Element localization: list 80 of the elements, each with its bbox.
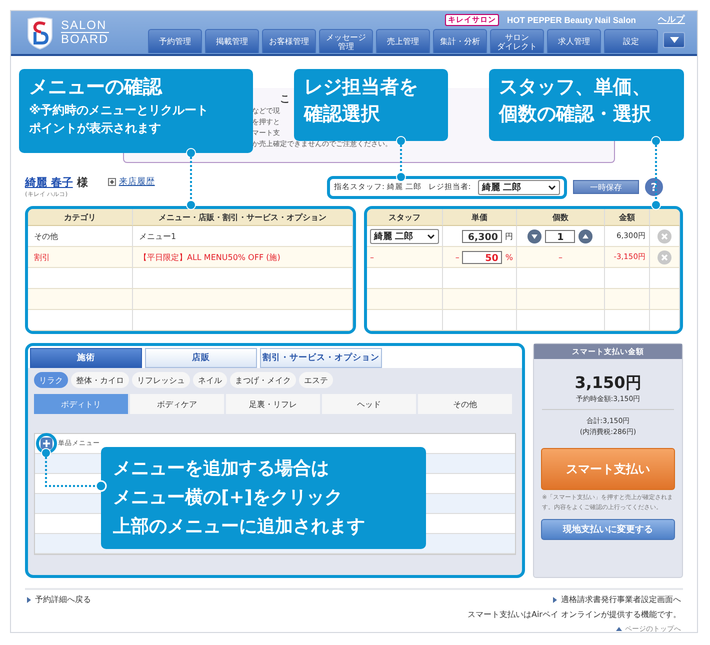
nav-tab[interactable]: 予約管理 bbox=[148, 29, 202, 53]
nav-tab[interactable]: 求人管理 bbox=[547, 29, 601, 53]
chevron-down-icon bbox=[426, 234, 435, 238]
table-cell: メニュー1 bbox=[133, 226, 353, 247]
callout-note: ポイントが表示されます bbox=[29, 120, 162, 137]
customer-name-link[interactable]: 綺麗 春子 bbox=[25, 175, 73, 190]
dash-text: – bbox=[455, 252, 460, 262]
subcategory-tab[interactable]: その他 bbox=[418, 394, 512, 414]
increment-button[interactable] bbox=[578, 228, 594, 244]
callout-note: ※予約時のメニューとリクルート bbox=[29, 102, 210, 119]
callout-title: スタッフ、単価、 bbox=[499, 75, 652, 100]
price-input[interactable]: 6,300 bbox=[462, 230, 502, 242]
table-cell: その他 bbox=[28, 226, 133, 247]
caret-icon bbox=[670, 37, 678, 43]
invoice-settings-link[interactable]: 適格請求書発行事業者設定画面へ bbox=[561, 594, 681, 605]
genre-chip[interactable]: まつげ・メイク bbox=[230, 372, 296, 388]
column-header: 個数 bbox=[516, 209, 605, 226]
chevron-right-icon bbox=[27, 596, 31, 602]
column-header: カテゴリ bbox=[28, 209, 133, 226]
category-tab[interactable]: 割引・サービス・オプション bbox=[260, 348, 382, 368]
logo-text: SALON bbox=[61, 19, 109, 33]
staff-select[interactable]: 綺麗 二郎 bbox=[370, 228, 439, 244]
nav-tab[interactable]: 売上管理 bbox=[376, 29, 430, 53]
column-header: 金額 bbox=[604, 209, 650, 226]
table-cell bbox=[604, 310, 650, 331]
subcategory-tab[interactable]: 足裏・リフレ bbox=[226, 394, 320, 414]
column-header: メニュー・店販・割引・サービス・オプション bbox=[133, 209, 353, 226]
genre-chip[interactable]: 整体・カイロ bbox=[71, 372, 129, 388]
logo-text: BOARD bbox=[61, 33, 109, 46]
table-cell bbox=[604, 289, 650, 310]
quantity-input[interactable]: 1 bbox=[545, 230, 576, 242]
more-menu-button[interactable] bbox=[663, 32, 685, 48]
callout-title: 上部のメニューに追加されます bbox=[113, 515, 366, 539]
shield-logo-icon bbox=[25, 16, 55, 50]
table-cell bbox=[650, 310, 680, 331]
plus-box-icon bbox=[108, 178, 116, 186]
callout-title: メニューを追加する場合は bbox=[113, 457, 330, 481]
unit-text: % bbox=[505, 252, 513, 262]
callout-title: メニュー横の[+]をクリック bbox=[113, 486, 344, 510]
honorific-text: 様 bbox=[76, 175, 88, 190]
dash-text: – bbox=[558, 252, 562, 262]
table-cell bbox=[650, 289, 680, 310]
table-cell: 【平日限定】ALL MENU50% OFF (施) bbox=[133, 247, 353, 268]
add-button[interactable] bbox=[40, 437, 53, 450]
nav-tab[interactable]: メッセージ 管理 bbox=[319, 29, 373, 53]
column-header: 単価 bbox=[442, 209, 517, 226]
nav-tab[interactable]: 集計・分析 bbox=[433, 29, 487, 53]
chevron-down-icon bbox=[548, 184, 556, 190]
decrement-button[interactable] bbox=[527, 228, 542, 244]
nav-tab[interactable]: お客様管理 bbox=[262, 29, 316, 53]
category-tab[interactable]: 施術 bbox=[30, 348, 142, 368]
callout-title: レジ担当者を bbox=[304, 75, 419, 100]
dash-text: – bbox=[370, 252, 374, 262]
notice-heading: こ bbox=[280, 94, 290, 106]
total-amount: 3,150円 bbox=[574, 373, 642, 394]
caret-up-icon bbox=[616, 627, 622, 631]
callout-title: 確認選択 bbox=[304, 102, 381, 127]
provider-note: スマート支払いはAirペイ オンラインが提供する機能です。 bbox=[467, 609, 681, 620]
table-cell: 割引 bbox=[28, 247, 133, 268]
table-cell bbox=[604, 268, 650, 289]
unit-text: 円 bbox=[504, 230, 513, 242]
genre-chip[interactable]: エステ bbox=[299, 372, 333, 388]
price-input[interactable]: 50 bbox=[462, 250, 502, 264]
category-tab[interactable]: 店販 bbox=[145, 348, 257, 368]
site-name: HOT PEPPER Beauty Nail Salon bbox=[507, 15, 636, 25]
nav-tab[interactable]: 掲載管理 bbox=[205, 29, 259, 53]
genre-chip[interactable]: リフレッシュ bbox=[132, 372, 190, 388]
subcategory-tab[interactable]: ヘッド bbox=[322, 394, 416, 414]
subcategory-tab[interactable]: ボディケア bbox=[130, 394, 224, 414]
chevron-right-icon bbox=[553, 596, 557, 602]
nav-tab[interactable]: 設定 bbox=[604, 29, 658, 53]
callout-title: 個数の確認・選択 bbox=[499, 102, 652, 127]
genre-chip[interactable]: リラク bbox=[34, 372, 68, 388]
genre-chip[interactable]: ネイル bbox=[193, 372, 227, 388]
back-link[interactable]: 予約詳細へ戻る bbox=[35, 594, 91, 605]
callout-title: メニューの確認 bbox=[29, 75, 164, 100]
visit-history-link[interactable]: 来店履歴 bbox=[118, 176, 155, 188]
cashier-select[interactable]: 綺麗 二郎 bbox=[478, 180, 560, 194]
nav-tab[interactable]: サロン ダイレクト bbox=[490, 29, 544, 53]
column-header: スタッフ bbox=[366, 209, 443, 226]
